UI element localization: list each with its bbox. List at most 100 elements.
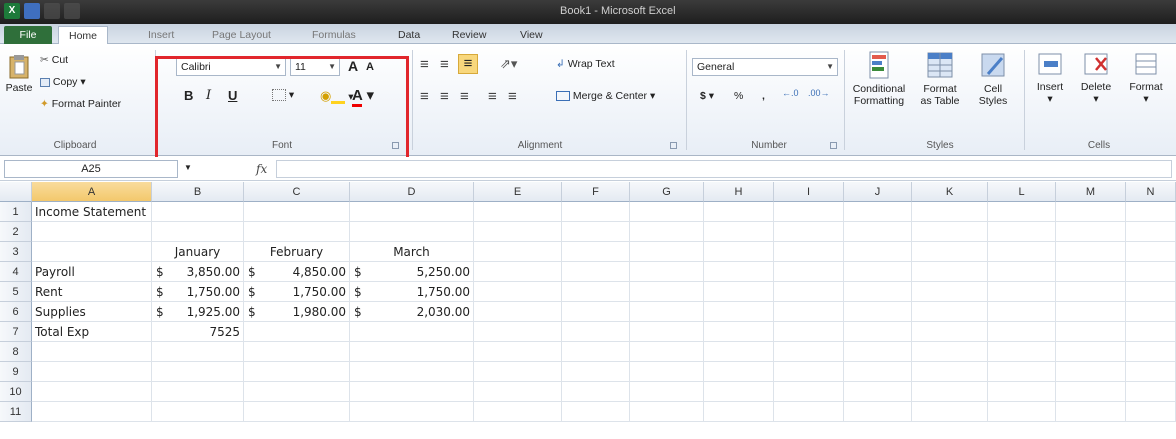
grid-cell[interactable] xyxy=(844,342,912,362)
grid-cell[interactable] xyxy=(1056,242,1126,262)
grid-cell[interactable] xyxy=(912,342,988,362)
grid-cell[interactable] xyxy=(32,242,152,262)
name-box[interactable]: A25 xyxy=(4,160,178,178)
grid-cell[interactable] xyxy=(844,382,912,402)
merge-center-button[interactable]: Merge & Center ▾ xyxy=(556,90,655,102)
grid-cell[interactable] xyxy=(1126,362,1176,382)
grid-cell[interactable] xyxy=(32,382,152,402)
grid-cell[interactable] xyxy=(774,342,844,362)
currency-button[interactable]: $ ▾ xyxy=(700,90,714,102)
column-header-d[interactable]: D xyxy=(350,182,474,202)
align-middle-icon[interactable]: ≡ xyxy=(440,56,449,73)
grid-cell[interactable] xyxy=(244,342,350,362)
grid-cell[interactable] xyxy=(32,222,152,242)
grid-cell[interactable] xyxy=(350,202,474,222)
row-header[interactable]: 1 xyxy=(0,202,32,222)
format-as-table-button[interactable]: Format as Table xyxy=(914,50,966,107)
grid-cell[interactable] xyxy=(704,302,774,322)
grid-cell[interactable] xyxy=(1126,322,1176,342)
row-header[interactable]: 4 xyxy=(0,262,32,282)
grid-cell[interactable] xyxy=(474,382,562,402)
grid-cell[interactable] xyxy=(630,202,704,222)
row-header[interactable]: 11 xyxy=(0,402,32,422)
grid-cell[interactable] xyxy=(562,282,630,302)
grid-cell[interactable] xyxy=(474,362,562,382)
grid-cell[interactable] xyxy=(630,282,704,302)
percent-button[interactable]: % xyxy=(734,90,743,102)
grid-cell[interactable] xyxy=(152,342,244,362)
grid-cell[interactable] xyxy=(844,362,912,382)
copy-button[interactable]: Copy ▾ xyxy=(40,76,86,88)
grid-cell[interactable] xyxy=(844,322,912,342)
grid-cell[interactable] xyxy=(912,322,988,342)
grid-cell[interactable]: $1,925.00 xyxy=(152,302,244,322)
grid-cell[interactable] xyxy=(988,322,1056,342)
conditional-formatting-button[interactable]: Conditional Formatting xyxy=(848,50,910,107)
grid-cell[interactable] xyxy=(704,342,774,362)
grid-cell[interactable] xyxy=(912,402,988,422)
align-center-icon[interactable]: ≡ xyxy=(440,88,449,105)
grid-cell[interactable] xyxy=(474,342,562,362)
increase-indent-icon[interactable]: ≡ xyxy=(508,88,517,105)
grid-cell[interactable] xyxy=(474,322,562,342)
grid-cell[interactable] xyxy=(1126,382,1176,402)
row-header[interactable]: 2 xyxy=(0,222,32,242)
grid-cell[interactable] xyxy=(1056,202,1126,222)
grid-cell[interactable]: Rent xyxy=(32,282,152,302)
grid-cell[interactable] xyxy=(912,242,988,262)
tab-data[interactable]: Data xyxy=(398,26,420,44)
grid-cell[interactable] xyxy=(630,382,704,402)
grid-cell[interactable] xyxy=(988,282,1056,302)
row-header[interactable]: 3 xyxy=(0,242,32,262)
grid-cell[interactable] xyxy=(912,362,988,382)
grid-cell[interactable] xyxy=(152,202,244,222)
grid-cell[interactable] xyxy=(1056,342,1126,362)
grid-cell[interactable] xyxy=(244,402,350,422)
grid-cell[interactable] xyxy=(704,402,774,422)
grid-cell[interactable] xyxy=(350,342,474,362)
grid-cell[interactable] xyxy=(844,242,912,262)
grid-cell[interactable] xyxy=(350,402,474,422)
align-bottom-icon[interactable]: ≡ xyxy=(458,54,478,74)
cell-styles-button[interactable]: Cell Styles xyxy=(970,50,1016,107)
grid-cell[interactable] xyxy=(630,222,704,242)
grid-cell[interactable] xyxy=(152,382,244,402)
grid-cell[interactable] xyxy=(1056,362,1126,382)
increase-decimal-icon[interactable]: ←.0 xyxy=(782,88,799,98)
grid-cell[interactable] xyxy=(988,242,1056,262)
column-header-e[interactable]: E xyxy=(474,182,562,202)
grid-cell[interactable] xyxy=(474,202,562,222)
grid-cell[interactable] xyxy=(1056,322,1126,342)
grid-cell[interactable] xyxy=(1056,222,1126,242)
grid-cell[interactable] xyxy=(1056,302,1126,322)
column-header-b[interactable]: B xyxy=(152,182,244,202)
grid-cell[interactable] xyxy=(630,342,704,362)
grid-cell[interactable] xyxy=(1126,342,1176,362)
grid-cell[interactable]: January xyxy=(152,242,244,262)
delete-cells-button[interactable]: Delete ▾ xyxy=(1074,50,1118,105)
grid-cell[interactable] xyxy=(630,402,704,422)
grid-cell[interactable] xyxy=(912,282,988,302)
column-header-a[interactable]: A xyxy=(32,182,152,202)
grid-cell[interactable] xyxy=(774,302,844,322)
insert-function-icon[interactable]: fx xyxy=(256,162,267,176)
grid-cell[interactable] xyxy=(350,322,474,342)
grid-cell[interactable]: $1,750.00 xyxy=(152,282,244,302)
grid-cell[interactable] xyxy=(844,302,912,322)
grid-cell[interactable] xyxy=(1126,262,1176,282)
grid-cell[interactable] xyxy=(704,322,774,342)
grid-cell[interactable] xyxy=(630,242,704,262)
grid-cell[interactable] xyxy=(562,382,630,402)
grid-cell[interactable] xyxy=(152,222,244,242)
name-box-dropdown-icon[interactable]: ▼ xyxy=(184,163,192,172)
grid-cell[interactable] xyxy=(1056,262,1126,282)
number-dialog-launcher-icon[interactable] xyxy=(830,142,837,149)
grid-cell[interactable] xyxy=(1126,402,1176,422)
grid-cell[interactable] xyxy=(1126,242,1176,262)
tab-insert[interactable]: Insert xyxy=(148,26,174,44)
grid-cell[interactable] xyxy=(704,282,774,302)
grid-cell[interactable]: $1,750.00 xyxy=(244,282,350,302)
grid-cell[interactable]: Income Statement xyxy=(32,202,152,222)
grid-cell[interactable] xyxy=(774,402,844,422)
insert-cells-button[interactable]: Insert ▾ xyxy=(1030,50,1070,105)
